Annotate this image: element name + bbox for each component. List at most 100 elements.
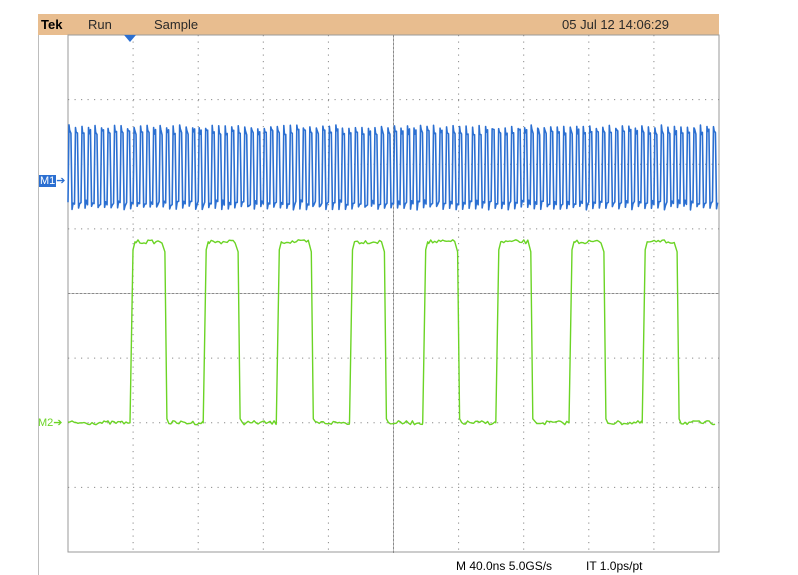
grid-dot — [302, 99, 304, 101]
grid-dot — [588, 269, 590, 271]
grid-dot — [87, 228, 89, 230]
grid-dot — [523, 347, 525, 349]
grid-dot — [523, 425, 525, 427]
interpolation-readout: IT 1.0ps/pt — [586, 559, 643, 573]
grid-dot — [197, 516, 199, 518]
grid-dot — [523, 301, 525, 303]
grid-dot — [262, 126, 264, 128]
grid-dot — [464, 99, 466, 101]
grid-dot — [262, 418, 264, 420]
grid-dot — [146, 422, 148, 424]
grid-dot — [302, 422, 304, 424]
grid-dot — [197, 490, 199, 492]
grid-dot — [197, 308, 199, 310]
grid-dot — [601, 486, 603, 488]
grid-dot — [523, 464, 525, 466]
grid-dot — [653, 210, 655, 212]
grid-dot — [165, 228, 167, 230]
grid-dot — [568, 228, 570, 230]
grid-dot — [581, 357, 583, 359]
grid-dot — [588, 431, 590, 433]
grid-dot — [132, 210, 134, 212]
grid-dot — [197, 80, 199, 82]
grid-dot — [503, 422, 505, 424]
grid-dot — [132, 334, 134, 336]
grid-dot — [243, 357, 245, 359]
grid-dot — [197, 405, 199, 407]
grid-dot — [139, 486, 141, 488]
grid-dot — [354, 357, 356, 359]
grid-dot — [327, 119, 329, 121]
m1-arrow-icon: ➔ — [56, 175, 66, 187]
grid-dot — [263, 357, 265, 359]
grid-dot — [653, 483, 655, 485]
grid-dot — [653, 379, 655, 381]
trigger-position-icon[interactable] — [124, 35, 136, 42]
grid-dot — [132, 80, 134, 82]
grid-dot — [523, 308, 525, 310]
m1-reference-marker[interactable]: M1➔ — [39, 175, 66, 187]
grid-dot — [510, 99, 512, 101]
grid-dot — [458, 106, 460, 108]
grid-dot — [132, 48, 134, 50]
grid-dot — [412, 486, 414, 488]
grid-dot — [289, 228, 291, 230]
grid-dot — [523, 99, 525, 101]
grid-dot — [516, 486, 518, 488]
grid-dot — [419, 357, 421, 359]
grid-dot — [262, 308, 264, 310]
grid-dot — [588, 61, 590, 63]
grid-dot — [607, 228, 609, 230]
grid-dot — [458, 93, 460, 95]
grid-dot — [497, 99, 499, 101]
grid-dot — [458, 509, 460, 511]
grid-dot — [666, 486, 668, 488]
grid-dot — [327, 275, 329, 277]
grid-dot — [698, 99, 700, 101]
grid-dot — [419, 99, 421, 101]
grid-dot — [126, 357, 128, 359]
grid-dot — [588, 93, 590, 95]
grid-dot — [262, 106, 264, 108]
grid-dot — [197, 373, 199, 375]
grid-dot — [523, 61, 525, 63]
grid-dot — [646, 486, 648, 488]
grid-dot — [653, 100, 655, 102]
grid-dot — [523, 535, 525, 537]
grid-dot — [458, 249, 460, 251]
grid-dot — [581, 99, 583, 101]
grid-dot — [588, 373, 590, 375]
grid-dot — [262, 451, 264, 453]
m2-reference-marker[interactable]: M2➔ — [38, 417, 63, 429]
grid-dot — [197, 288, 199, 290]
grid-dot — [327, 347, 329, 349]
grid-dot — [536, 357, 538, 359]
grid-dot — [132, 418, 134, 420]
grid-dot — [132, 464, 134, 466]
m1-trace — [67, 124, 719, 211]
grid-dot — [503, 357, 505, 359]
grid-dot — [588, 438, 590, 440]
grid-dot — [197, 106, 199, 108]
grid-dot — [432, 357, 434, 359]
grid-dot — [327, 386, 329, 388]
waveform-display[interactable] — [0, 0, 798, 575]
grid-dot — [523, 360, 525, 362]
grid-dot — [327, 425, 329, 427]
grid-dot — [399, 486, 401, 488]
grid-dot — [594, 486, 596, 488]
grid-dot — [159, 486, 161, 488]
grid-dot — [217, 228, 219, 230]
grid-dot — [588, 308, 590, 310]
grid-dot — [653, 477, 655, 479]
grid-dot — [458, 438, 460, 440]
grid-dot — [327, 106, 329, 108]
grid-dot — [523, 444, 525, 446]
grid-dot — [113, 486, 115, 488]
grid-dot — [490, 422, 492, 424]
grid-dot — [262, 431, 264, 433]
grid-dot — [262, 236, 264, 238]
grid-dot — [360, 228, 362, 230]
grid-dot — [588, 217, 590, 219]
grid-dot — [692, 357, 694, 359]
